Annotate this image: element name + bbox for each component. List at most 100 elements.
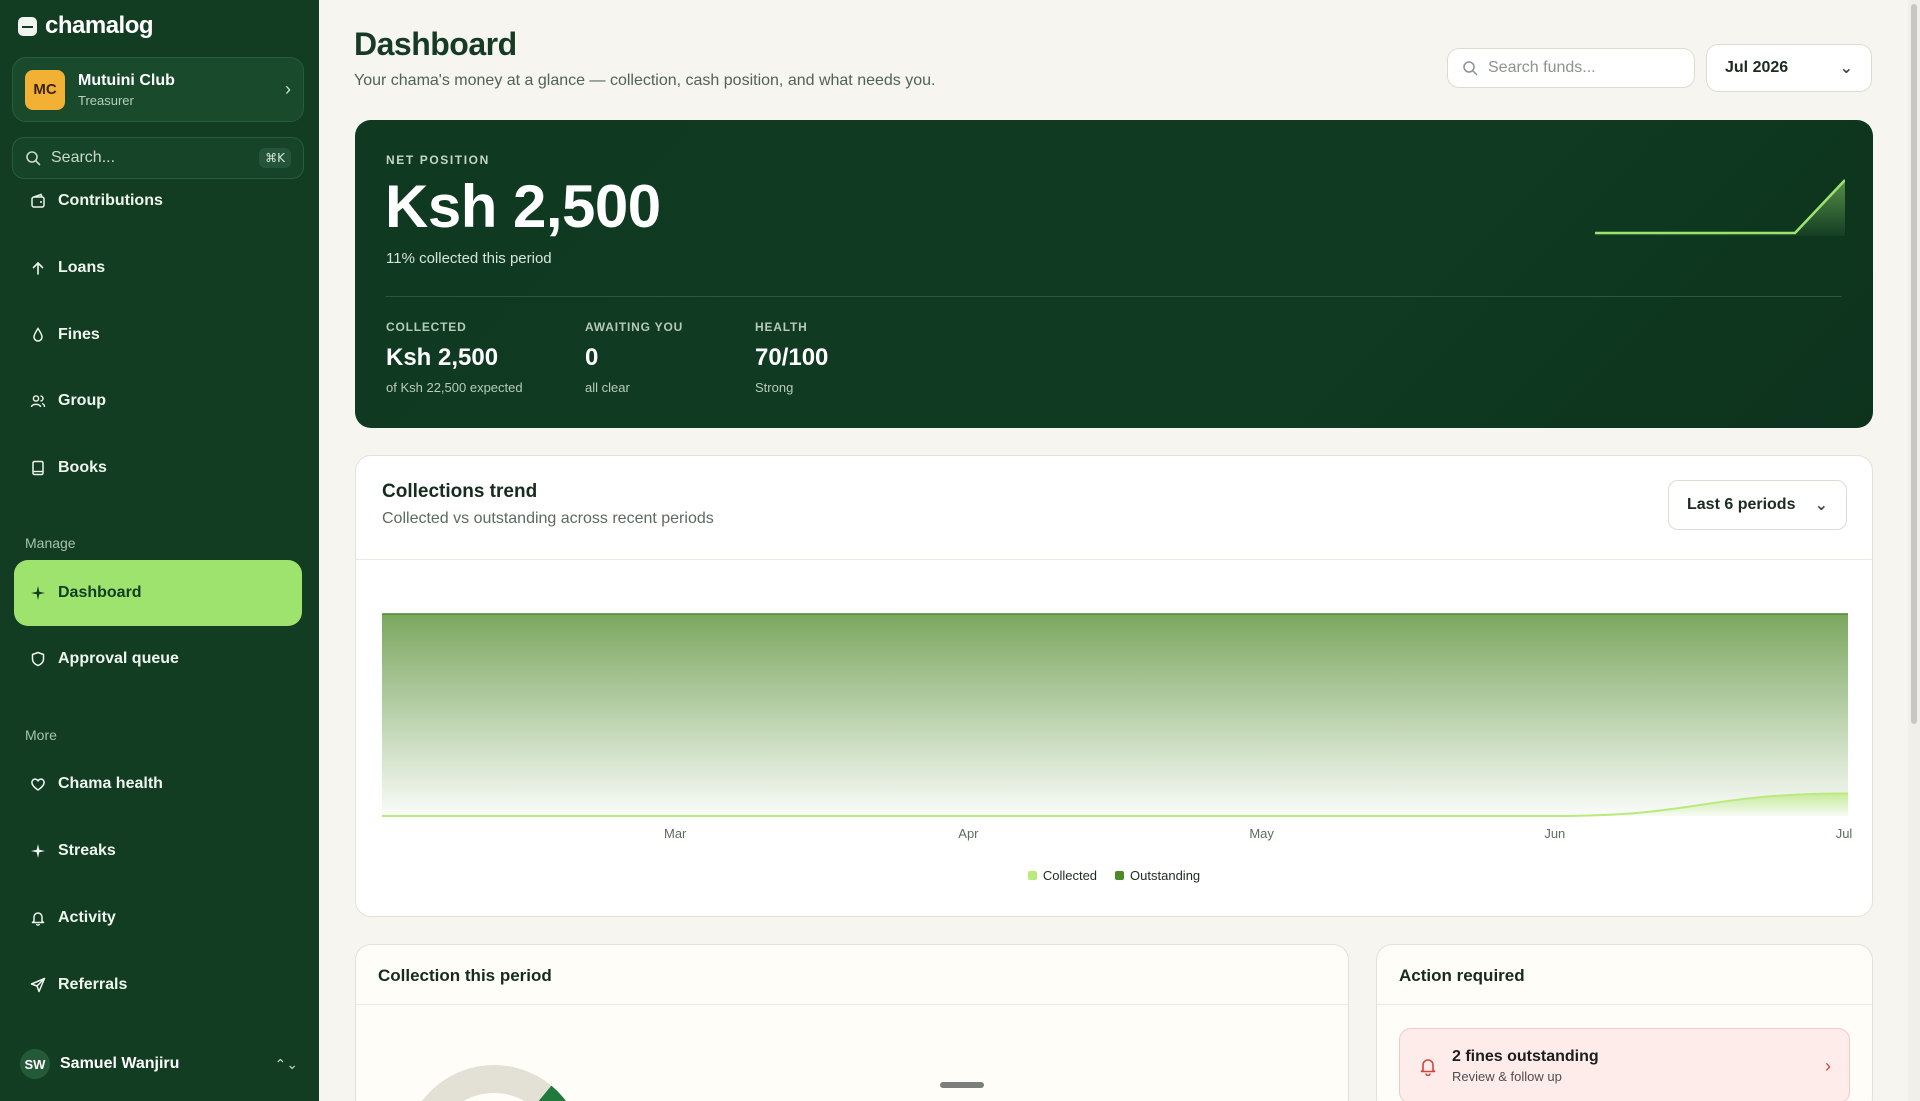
card-title: Collection this period	[378, 966, 552, 985]
x-tick-label: May	[1249, 826, 1274, 841]
club-role: Treasurer	[78, 92, 134, 108]
sidebar-item-label: Fines	[58, 326, 100, 343]
sidebar-item-referrals[interactable]: Referrals	[14, 952, 302, 1018]
legend-swatch	[1027, 871, 1037, 880]
chevron-down-icon: ⌄	[1814, 497, 1828, 514]
send-icon	[30, 977, 46, 993]
fund-search-placeholder: Search funds...	[1488, 59, 1596, 76]
search-icon	[1463, 61, 1478, 76]
card-header: Action required	[1377, 945, 1872, 1005]
range-select[interactable]: Last 6 periods ⌄	[1668, 480, 1847, 530]
app-logo[interactable]: chamalog	[18, 12, 154, 40]
sidebar-item-approval-queue[interactable]: Approval queue	[14, 626, 302, 692]
sidebar: chamalog MC Mutuini Club Treasurer › Sea…	[0, 0, 319, 1101]
alert-text: 2 fines outstanding Review & follow up	[1452, 1048, 1825, 1084]
x-tick-label: Jul	[1836, 826, 1853, 841]
sparkle-icon	[31, 586, 45, 600]
drag-handle[interactable]	[940, 1082, 984, 1088]
sidebar-item-fines[interactable]: Fines	[14, 302, 302, 368]
sidebar-item-label: Chama health	[58, 775, 163, 792]
stat-health: HEALTH 70/100 Strong	[755, 320, 828, 395]
search-shortcut: ⌘K	[259, 148, 291, 168]
sidebar-item-label: Approval queue	[58, 650, 179, 667]
legend-item-collected: Collected	[1027, 868, 1098, 883]
heart-icon	[31, 778, 45, 791]
stat-collected: COLLECTED Ksh 2,500 of Ksh 22,500 expect…	[386, 320, 523, 395]
bell-icon	[31, 912, 45, 926]
collections-chart: Mar Apr May Jun Jul	[381, 613, 1853, 841]
shield-icon	[31, 651, 45, 667]
page-title: Dashboard	[354, 26, 517, 62]
user-name: Samuel Wanjiru	[60, 1055, 180, 1072]
fund-search-input[interactable]: Search funds...	[1447, 48, 1695, 88]
collections-trend-card: Collections trend Collected vs outstandi…	[355, 455, 1873, 917]
logo-icon	[18, 16, 37, 36]
sidebar-item-chama-health[interactable]: Chama health	[14, 751, 302, 817]
sidebar-item-label: Streaks	[58, 842, 116, 859]
sidebar-item-contributions[interactable]: Contributions	[14, 168, 302, 234]
chevron-right-icon: ›	[1825, 1055, 1831, 1076]
chevron-up-down-icon: ⌃⌄	[274, 1055, 298, 1072]
sidebar-item-dashboard[interactable]: Dashboard	[14, 560, 302, 626]
sidebar-item-books[interactable]: Books	[14, 435, 302, 501]
legend-label: Outstanding	[1130, 868, 1201, 883]
club-info: Mutuini Club Treasurer	[78, 72, 285, 108]
nav-section-manage: Manage	[25, 535, 76, 551]
collection-period-card: Collection this period	[355, 944, 1349, 1101]
alert-subtitle: Review & follow up	[1452, 1069, 1562, 1084]
card-title: Collections trend	[382, 481, 538, 502]
legend-label: Collected	[1042, 868, 1098, 883]
stat-sub: all clear	[585, 380, 630, 395]
sidebar-item-loans[interactable]: Loans	[14, 235, 302, 301]
card-header: Collection this period	[356, 945, 1348, 1005]
sidebar-item-label: Referrals	[58, 976, 128, 993]
x-tick-label: Mar	[664, 826, 687, 841]
stat-label: COLLECTED	[386, 320, 467, 334]
sparkline-area	[1595, 180, 1845, 236]
series-area-outstanding	[382, 614, 1848, 816]
stat-label: HEALTH	[755, 320, 808, 334]
chart-legend: Collected Outstanding	[356, 868, 1872, 883]
x-tick-label: Apr	[958, 826, 979, 841]
net-position-sparkline	[1595, 179, 1845, 236]
sidebar-item-label: Dashboard	[58, 584, 142, 601]
page-subtitle: Your chama's money at a glance — collect…	[354, 72, 936, 89]
period-select-value: Jul 2026	[1725, 59, 1789, 76]
card-title: Action required	[1399, 966, 1525, 985]
user-menu[interactable]: SW Samuel Wanjiru ⌃⌄	[20, 1048, 298, 1080]
app-name: chamalog	[45, 12, 154, 39]
search-icon	[26, 151, 41, 166]
sidebar-item-group[interactable]: Group	[14, 368, 302, 434]
collection-donut	[422, 1065, 566, 1101]
stat-awaiting: AWAITING YOU 0 all clear	[585, 320, 683, 395]
period-select[interactable]: Jul 2026 ⌄	[1706, 44, 1872, 92]
scrollbar-thumb[interactable]	[1911, 4, 1917, 724]
sidebar-item-label: Contributions	[58, 192, 163, 209]
card-subtitle: Collected vs outstanding across recent p…	[382, 510, 714, 527]
net-position-label: NET POSITION	[386, 153, 490, 167]
nav-section-more: More	[25, 727, 57, 743]
x-tick-label: Jun	[1544, 826, 1565, 841]
stat-value: Ksh 2,500	[386, 344, 499, 371]
book-icon	[32, 460, 44, 476]
fines-alert[interactable]: 2 fines outstanding Review & follow up ›	[1399, 1028, 1850, 1101]
card-header: Collections trend Collected vs outstandi…	[356, 456, 1872, 560]
sidebar-item-label: Group	[58, 392, 106, 409]
chevron-right-icon: ›	[285, 79, 291, 99]
range-select-value: Last 6 periods	[1687, 496, 1796, 513]
bell-icon	[1420, 1059, 1436, 1076]
club-switcher[interactable]: MC Mutuini Club Treasurer ›	[12, 57, 304, 122]
divider	[386, 296, 1842, 297]
action-required-card: Action required 2 fines outstanding Revi…	[1376, 944, 1873, 1101]
sparkle-icon	[31, 844, 45, 858]
sidebar-item-label: Loans	[58, 259, 106, 276]
alert-title: 2 fines outstanding	[1452, 1048, 1599, 1065]
users-icon	[30, 395, 46, 408]
arrow-up-icon	[32, 262, 44, 275]
sidebar-item-streaks[interactable]: Streaks	[14, 818, 302, 884]
net-position-card: NET POSITION Ksh 2,500 11% collected thi…	[355, 120, 1873, 428]
sidebar-item-label: Activity	[58, 909, 116, 926]
sidebar-item-activity[interactable]: Activity	[14, 885, 302, 951]
stat-sub: Strong	[755, 380, 794, 395]
donut-collected-segment	[538, 1085, 566, 1101]
